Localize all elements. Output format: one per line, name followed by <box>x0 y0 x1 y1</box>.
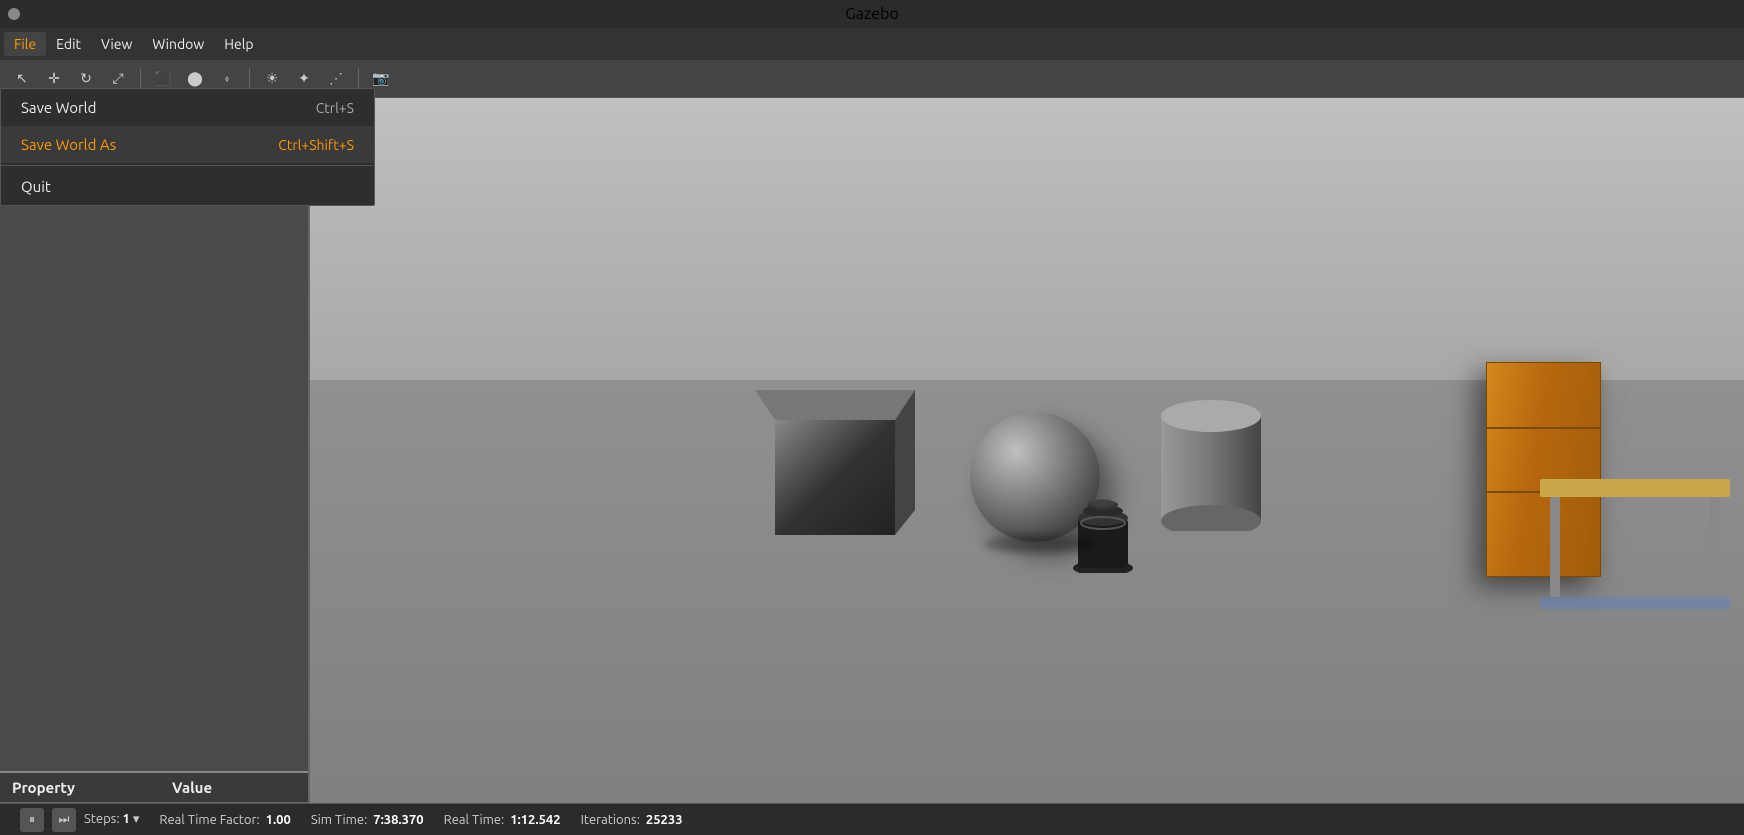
menu-save-world-as[interactable]: Save World As Ctrl+Shift+S <box>1 126 374 163</box>
3d-cylinder <box>1156 391 1266 535</box>
property-panel: Property Value <box>0 771 308 803</box>
3d-viewport[interactable] <box>310 98 1744 803</box>
3d-cube <box>755 380 915 535</box>
menu-separator <box>1 165 374 166</box>
file-dropdown-menu: Save World Ctrl+S Save World As Ctrl+Shi… <box>0 88 375 206</box>
sphere-shadow <box>984 535 1094 553</box>
sim-time-display: Sim Time: 7:38.370 <box>311 813 424 827</box>
value-col-header: Value <box>160 779 224 796</box>
menu-quit[interactable]: Quit <box>1 168 374 205</box>
3d-table <box>1540 479 1730 613</box>
toolbar-sep-3 <box>358 68 359 90</box>
iterations-display: Iterations: 25233 <box>581 813 683 827</box>
menu-file[interactable]: File <box>4 32 46 56</box>
toolbar-sep-2 <box>249 68 250 90</box>
menu-view[interactable]: View <box>91 32 142 56</box>
pause-button[interactable]: ⏸ <box>20 808 44 832</box>
menu-help[interactable]: Help <box>214 32 263 56</box>
menu-edit[interactable]: Edit <box>46 32 91 56</box>
menu-save-world[interactable]: Save World Ctrl+S <box>1 89 374 126</box>
property-header: Property Value <box>0 773 308 803</box>
viewport-canvas <box>310 98 1744 803</box>
menubar: File Edit View Window Help Save World Ct… <box>0 28 1744 60</box>
titlebar: Gazebo <box>0 0 1744 28</box>
property-col-header: Property <box>0 779 160 796</box>
titlebar-title: Gazebo <box>845 5 899 23</box>
step-button[interactable]: ⏭ <box>52 808 76 832</box>
3d-robot <box>1063 493 1143 577</box>
toolbar-sep-1 <box>140 68 141 90</box>
menu-window[interactable]: Window <box>142 32 214 56</box>
rtf-display: Real Time Factor: 1.00 <box>159 813 290 827</box>
steps-label: Steps: 1 ▾ <box>84 812 139 827</box>
statusbar: ⏸ ⏭ Steps: 1 ▾ Real Time Factor: 1.00 Si… <box>0 803 1744 835</box>
real-time-display: Real Time: 1:12.542 <box>444 813 561 827</box>
window-close-button[interactable] <box>8 8 20 20</box>
sky-bg <box>310 98 1744 380</box>
